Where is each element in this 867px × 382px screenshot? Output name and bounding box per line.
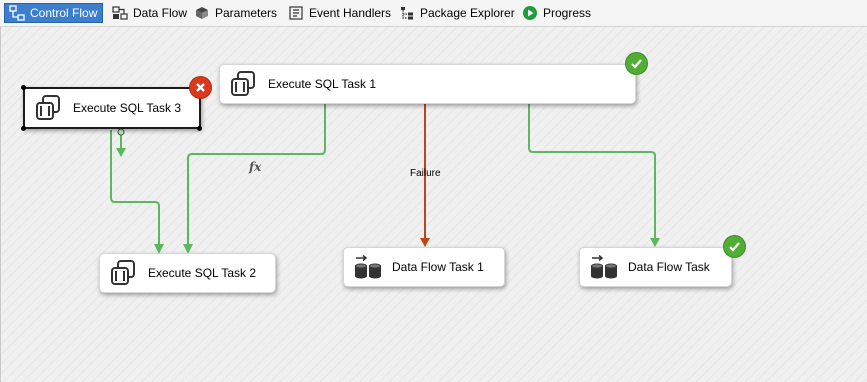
tab-label: Package Explorer	[420, 6, 515, 20]
failure-constraint-label: Failure	[410, 168, 441, 179]
progress-icon	[521, 4, 539, 22]
control-flow-icon	[8, 4, 26, 22]
task-data-flow-1[interactable]: Data Flow Task 1	[343, 247, 505, 287]
tab-progress[interactable]: Progress	[518, 3, 594, 23]
success-check-icon	[723, 235, 746, 258]
event-handlers-icon	[287, 4, 305, 22]
tab-data-flow[interactable]: Data Flow	[108, 3, 190, 23]
selection-handle[interactable]	[197, 126, 202, 131]
designer-tab-bar: Control Flow Data Flow Parameters Event …	[0, 0, 867, 27]
task-execute-sql-1[interactable]: Execute SQL Task 1	[219, 64, 636, 104]
tab-label: Control Flow	[30, 6, 98, 20]
task-label: Execute SQL Task 1	[268, 77, 377, 91]
tab-event-handlers[interactable]: Event Handlers	[284, 3, 394, 23]
tab-label: Event Handlers	[309, 6, 392, 20]
selection-handle[interactable]	[21, 85, 26, 90]
tab-label: Data Flow	[133, 6, 188, 20]
success-check-icon	[625, 52, 648, 75]
expression-icon: fx	[249, 160, 262, 174]
package-explorer-icon	[398, 4, 416, 22]
task-label: Execute SQL Task 3	[73, 101, 182, 115]
task-execute-sql-3[interactable]: Execute SQL Task 3	[23, 87, 201, 129]
data-flow-icon	[111, 4, 129, 22]
execute-sql-icon	[108, 257, 140, 289]
task-label: Execute SQL Task 2	[148, 266, 257, 280]
selection-handle[interactable]	[21, 126, 26, 131]
tab-label: Parameters	[215, 6, 278, 20]
data-flow-task-icon	[352, 251, 384, 283]
parameters-icon	[193, 4, 211, 22]
task-data-flow[interactable]: Data Flow Task	[579, 247, 732, 287]
task-label: Data Flow Task	[628, 260, 710, 274]
data-flow-task-icon	[588, 251, 620, 283]
task-label: Data Flow Task 1	[392, 260, 484, 274]
execute-sql-icon	[33, 92, 65, 124]
error-x-icon	[189, 76, 212, 99]
execute-sql-icon	[228, 68, 260, 100]
tab-package-explorer[interactable]: Package Explorer	[395, 3, 518, 23]
tab-parameters[interactable]: Parameters	[190, 3, 280, 23]
tab-control-flow[interactable]: Control Flow	[4, 3, 103, 23]
tab-label: Progress	[543, 6, 592, 20]
task-execute-sql-2[interactable]: Execute SQL Task 2	[99, 253, 276, 293]
